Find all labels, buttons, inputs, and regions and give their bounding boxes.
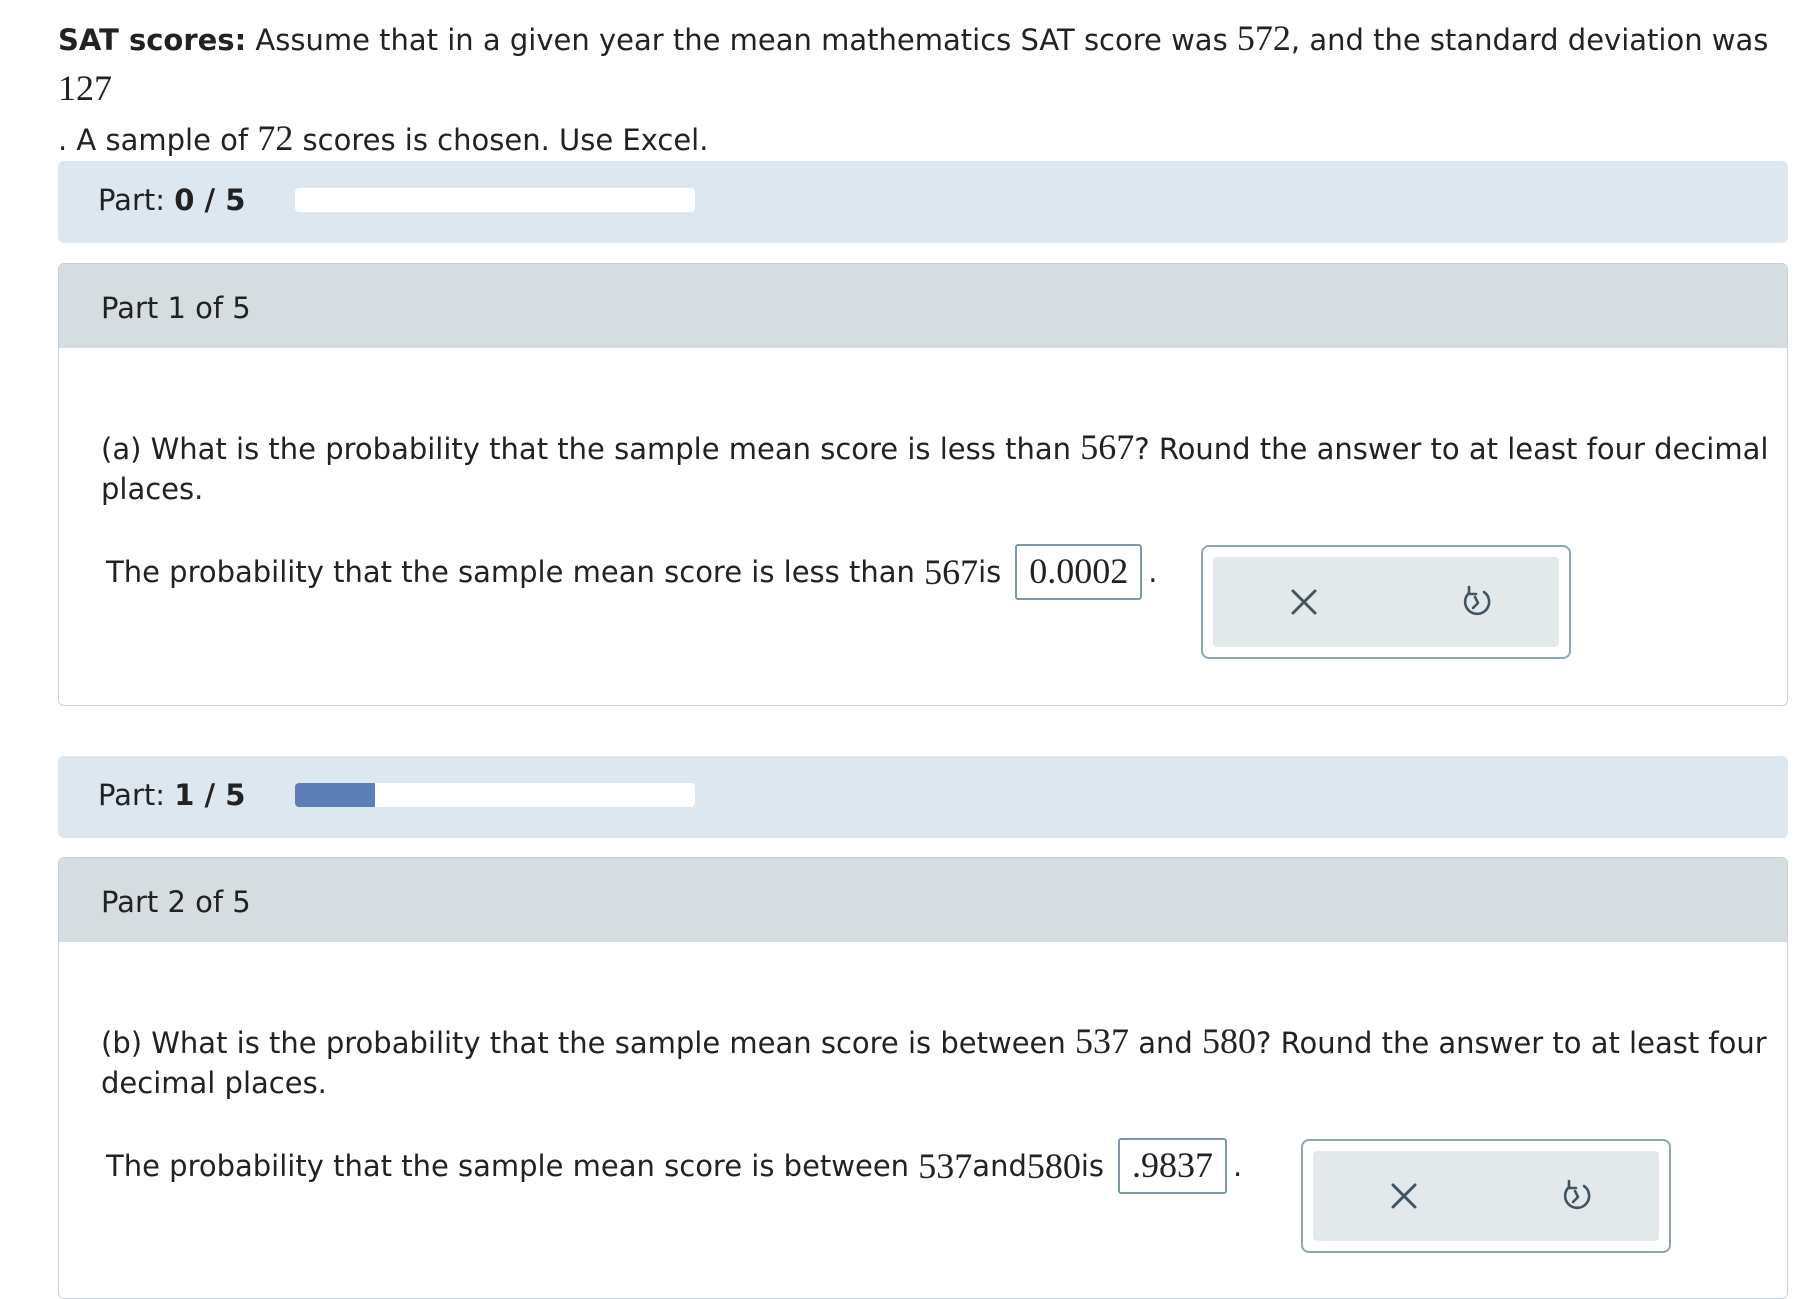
progress-bar bbox=[295, 188, 695, 212]
close-icon bbox=[1291, 589, 1317, 615]
answer-line: The probability that the sample mean sco… bbox=[106, 1138, 1242, 1194]
clear-button[interactable] bbox=[1281, 579, 1327, 625]
part-card: Part 1 of 5 (a) What is the probability … bbox=[58, 263, 1788, 706]
answer-input[interactable]: .9837 bbox=[1118, 1138, 1228, 1194]
close-icon bbox=[1391, 1183, 1417, 1209]
problem-heading: SAT scores: bbox=[58, 23, 247, 57]
undo-icon bbox=[1463, 585, 1491, 616]
page: SAT scores: Assume that in a given year … bbox=[0, 0, 1798, 1299]
clear-button[interactable] bbox=[1381, 1173, 1427, 1219]
progress-bar bbox=[295, 783, 695, 807]
undo-icon bbox=[1563, 1179, 1591, 1210]
problem-text-4: scores is chosen. Use Excel. bbox=[293, 123, 709, 157]
undo-button[interactable] bbox=[1453, 579, 1499, 625]
problem-statement: SAT scores: Assume that in a given year … bbox=[58, 14, 1788, 164]
part-header: Part 2 of 5 bbox=[59, 858, 1787, 942]
question-value: 537 bbox=[1075, 1021, 1129, 1061]
problem-text-3: . A sample of bbox=[58, 123, 258, 157]
progress-value: 1 / 5 bbox=[174, 778, 246, 812]
question-text: (a) What is the probability that the sam… bbox=[101, 427, 1769, 506]
progress-panel: Part: 1 / 5 bbox=[58, 756, 1788, 838]
answer-actions bbox=[1301, 1139, 1671, 1253]
undo-button[interactable] bbox=[1553, 1173, 1599, 1219]
sample-size-value: 72 bbox=[257, 118, 294, 158]
problem-text-1: Assume that in a given year the mean mat… bbox=[246, 23, 1237, 57]
mean-value: 572 bbox=[1236, 18, 1291, 58]
part-card: Part 2 of 5 (b) What is the probability … bbox=[58, 857, 1788, 1299]
answer-actions-bar bbox=[1313, 1151, 1659, 1241]
question-text: (b) What is the probability that the sam… bbox=[101, 1021, 1767, 1100]
progress-label-text: Part: bbox=[98, 183, 166, 217]
answer-input[interactable]: 0.0002 bbox=[1015, 544, 1143, 600]
answer-actions bbox=[1201, 545, 1571, 659]
sd-value: 127 bbox=[58, 68, 112, 108]
progress-label-text: Part: bbox=[98, 778, 166, 812]
part-header: Part 1 of 5 bbox=[59, 264, 1787, 348]
question-value: 580 bbox=[1202, 1021, 1256, 1061]
progress-label: Part: 0 / 5 bbox=[98, 183, 245, 217]
answer-actions-bar bbox=[1213, 557, 1559, 647]
question-value: 567 bbox=[1080, 427, 1135, 467]
progress-bar-fill bbox=[295, 783, 375, 807]
progress-label: Part: 1 / 5 bbox=[98, 778, 245, 812]
problem-text-2: , and the standard deviation was bbox=[1290, 23, 1769, 57]
progress-panel: Part: 0 / 5 bbox=[58, 161, 1788, 243]
answer-line: The probability that the sample mean sco… bbox=[106, 544, 1158, 600]
progress-value: 0 / 5 bbox=[174, 183, 246, 217]
